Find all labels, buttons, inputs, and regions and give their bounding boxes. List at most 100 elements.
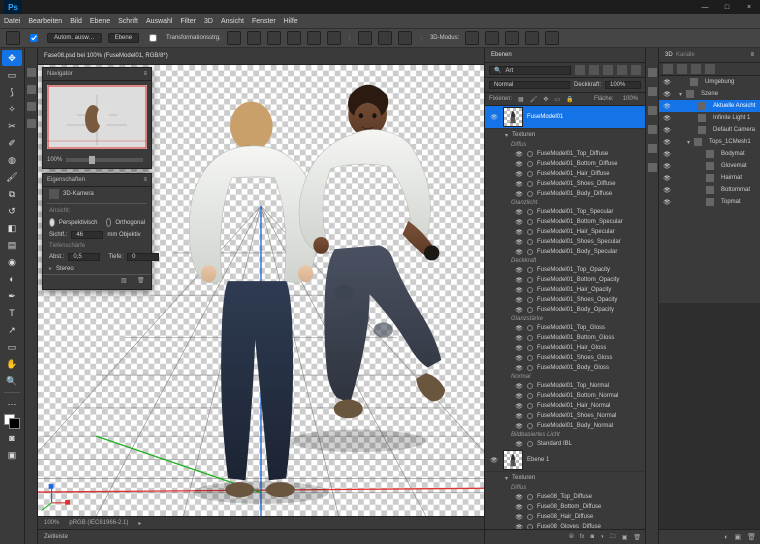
panel-menu-icon[interactable]: ≡ bbox=[143, 177, 147, 183]
collapsed-panel-icon[interactable] bbox=[27, 68, 36, 77]
scene-item[interactable]: 👁Glovemat bbox=[659, 160, 760, 172]
timeline-panel-tab[interactable]: Zeitleiste bbox=[38, 529, 484, 544]
layer-kind-filter[interactable]: 🔍Art bbox=[489, 66, 571, 75]
visibility-toggle-icon[interactable]: 👁 bbox=[515, 344, 523, 352]
layer-mask-icon[interactable]: ◙ bbox=[590, 534, 594, 540]
navigator-thumbnail[interactable] bbox=[47, 85, 147, 149]
texture-link-icon[interactable] bbox=[527, 181, 533, 187]
scene-item[interactable]: 👁Infinite Light 1 bbox=[659, 112, 760, 124]
scene-item[interactable]: 👁Bodymat bbox=[659, 148, 760, 160]
filter-pixel-icon[interactable] bbox=[575, 65, 585, 75]
texture-link-icon[interactable] bbox=[527, 307, 533, 313]
gradient-tool[interactable]: ▤ bbox=[2, 237, 22, 253]
texture-link-icon[interactable] bbox=[527, 345, 533, 351]
align-icon[interactable] bbox=[307, 31, 321, 45]
visibility-toggle-icon[interactable]: 👁 bbox=[489, 112, 499, 122]
visibility-toggle-icon[interactable]: 👁 bbox=[515, 503, 523, 511]
texture-item[interactable]: 👁FuseModel01_Hair_Gloss bbox=[485, 343, 645, 353]
texture-item[interactable]: 👁FuseModel01_Shoes_Specular bbox=[485, 237, 645, 247]
orthogonal-radio[interactable] bbox=[106, 218, 112, 227]
texture-item[interactable]: 👁FuseModel01_Top_Opacity bbox=[485, 265, 645, 275]
menu-hilfe[interactable]: Hilfe bbox=[284, 18, 298, 25]
visibility-toggle-icon[interactable]: 👁 bbox=[515, 190, 523, 198]
collapsed-panel-icon[interactable] bbox=[648, 125, 657, 134]
visibility-toggle-icon[interactable]: 👁 bbox=[515, 150, 523, 158]
texture-item[interactable]: 👁Standard IBL bbox=[485, 439, 645, 449]
texture-link-icon[interactable] bbox=[527, 209, 533, 215]
visibility-toggle-icon[interactable]: 👁 bbox=[515, 382, 523, 390]
fov-input[interactable]: 46 bbox=[71, 231, 103, 239]
layer-thumbnail[interactable] bbox=[503, 450, 523, 470]
menu-filter[interactable]: Filter bbox=[180, 18, 196, 25]
visibility-toggle-icon[interactable]: 👁 bbox=[515, 493, 523, 501]
menu-schrift[interactable]: Schrift bbox=[118, 18, 138, 25]
filter-material-icon[interactable] bbox=[691, 64, 701, 74]
auto-select-dropdown[interactable]: Autom. ausw… bbox=[47, 33, 102, 43]
texture-item[interactable]: 👁Fuse08_Gloves_Diffuse bbox=[485, 522, 645, 529]
filter-adjust-icon[interactable] bbox=[589, 65, 599, 75]
screenmode-tool[interactable]: ▣ bbox=[2, 447, 22, 463]
texture-item[interactable]: 👁FuseModel01_Shoes_Diffuse bbox=[485, 179, 645, 189]
visibility-toggle-icon[interactable]: 👁 bbox=[515, 218, 523, 226]
align-icon[interactable] bbox=[267, 31, 281, 45]
texture-link-icon[interactable] bbox=[527, 403, 533, 409]
eyedropper-tool[interactable]: ✐ bbox=[2, 135, 22, 151]
fill-input[interactable]: 100% bbox=[620, 96, 641, 102]
scene-tree[interactable]: 👁Umgebung👁▾Szene👁Aktuelle Ansicht👁Infini… bbox=[659, 76, 760, 303]
maximize-button[interactable]: □ bbox=[716, 0, 738, 14]
texture-item[interactable]: 👁FuseModel01_Body_Specular bbox=[485, 247, 645, 257]
pen-tool[interactable]: ✒ bbox=[2, 288, 22, 304]
scene-item[interactable]: 👁Bottommat bbox=[659, 184, 760, 196]
visibility-toggle-icon[interactable]: 👁 bbox=[663, 186, 671, 194]
texture-link-icon[interactable] bbox=[527, 335, 533, 341]
texture-link-icon[interactable] bbox=[527, 249, 533, 255]
brush-tool[interactable]: 🖌 bbox=[2, 169, 22, 185]
menu-ansicht[interactable]: Ansicht bbox=[221, 18, 244, 25]
lock-pos-icon[interactable]: ✥ bbox=[543, 96, 548, 103]
texture-link-icon[interactable] bbox=[527, 239, 533, 245]
texture-link-icon[interactable] bbox=[527, 277, 533, 283]
auto-select-checkbox[interactable] bbox=[30, 34, 38, 42]
scene-item[interactable]: 👁Hairmat bbox=[659, 172, 760, 184]
crop-tool[interactable]: ✂ bbox=[2, 118, 22, 134]
visibility-toggle-icon[interactable]: 👁 bbox=[515, 248, 523, 256]
layer-dropdown[interactable]: Ebene bbox=[108, 33, 139, 43]
visibility-toggle-icon[interactable]: 👁 bbox=[515, 440, 523, 448]
zoom-3d-icon[interactable] bbox=[545, 31, 559, 45]
twisty-icon[interactable]: ▾ bbox=[687, 139, 690, 146]
align-icon[interactable] bbox=[327, 31, 341, 45]
eraser-tool[interactable]: ◧ bbox=[2, 220, 22, 236]
texture-item[interactable]: 👁Fuse08_Top_Diffuse bbox=[485, 492, 645, 502]
quickmask-tool[interactable]: ◙ bbox=[2, 430, 22, 446]
perspective-radio[interactable] bbox=[49, 218, 55, 227]
scene-new-icon[interactable]: ◐ bbox=[724, 534, 728, 541]
blur-tool[interactable]: ◉ bbox=[2, 254, 22, 270]
scene-item[interactable]: 👁Aktuelle Ansicht bbox=[659, 100, 760, 112]
menu-3d[interactable]: 3D bbox=[204, 18, 213, 25]
foreground-background-swatch[interactable] bbox=[2, 413, 22, 429]
type-tool[interactable]: T bbox=[2, 305, 22, 321]
visibility-toggle-icon[interactable]: 👁 bbox=[515, 296, 523, 304]
distribute-icon[interactable] bbox=[358, 31, 372, 45]
visibility-toggle-icon[interactable]: 👁 bbox=[515, 392, 523, 400]
blend-mode-dropdown[interactable]: Normal bbox=[489, 81, 570, 89]
dodge-tool[interactable]: ◐ bbox=[2, 271, 22, 287]
texture-item[interactable]: 👁FuseModel01_Hair_Specular bbox=[485, 227, 645, 237]
texture-item[interactable]: 👁FuseModel01_Bottom_Gloss bbox=[485, 333, 645, 343]
filter-type-icon[interactable] bbox=[603, 65, 613, 75]
lock-all-icon[interactable]: 🔒 bbox=[566, 96, 573, 103]
tab-channels[interactable]: Kanäle bbox=[676, 52, 695, 58]
twisty-icon[interactable]: ▾ bbox=[679, 91, 682, 98]
align-icon[interactable] bbox=[227, 31, 241, 45]
visibility-toggle-icon[interactable]: 👁 bbox=[515, 266, 523, 274]
visibility-toggle-icon[interactable]: 👁 bbox=[515, 208, 523, 216]
texture-link-icon[interactable] bbox=[527, 229, 533, 235]
texture-item[interactable]: 👁FuseModel01_Top_Gloss bbox=[485, 323, 645, 333]
texture-item[interactable]: 👁FuseModel01_Body_Normal bbox=[485, 421, 645, 431]
visibility-toggle-icon[interactable]: 👁 bbox=[515, 422, 523, 430]
texture-item[interactable]: 👁FuseModel01_Body_Gloss bbox=[485, 363, 645, 373]
navigator-zoom[interactable]: 100% bbox=[47, 157, 62, 163]
texture-link-icon[interactable] bbox=[527, 441, 533, 447]
filter-all-icon[interactable] bbox=[663, 64, 673, 74]
spot-heal-tool[interactable]: ◍ bbox=[2, 152, 22, 168]
